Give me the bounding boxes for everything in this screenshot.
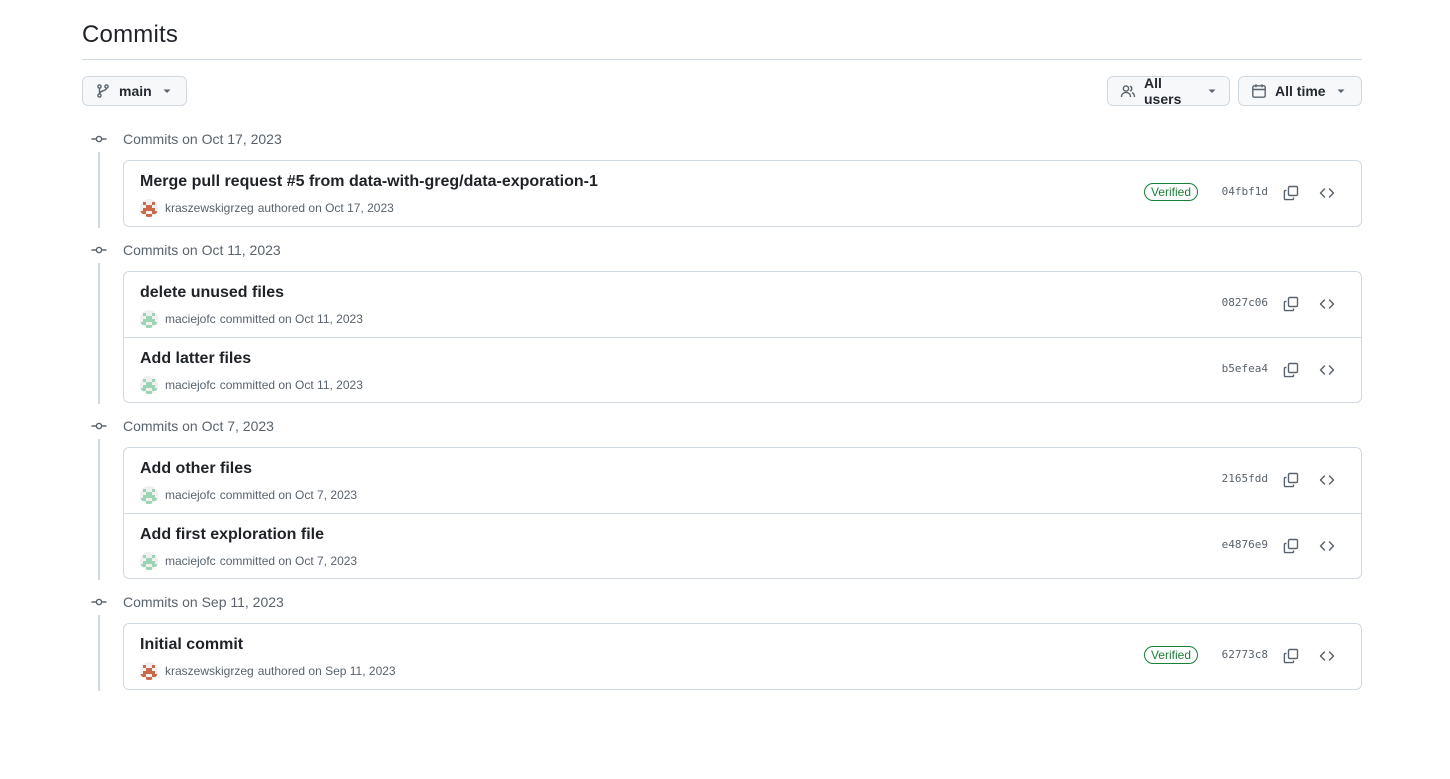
commit-row: Initial commit kraszewskigrzeg authored on… [124, 624, 1361, 689]
avatar[interactable] [140, 552, 158, 570]
commit-author-link[interactable]: maciejofc [165, 554, 216, 568]
people-icon [1120, 83, 1136, 99]
commit-message-link[interactable]: Add other files [140, 460, 252, 478]
commit-message-link[interactable]: Add latter files [140, 350, 251, 368]
copy-icon[interactable] [1280, 535, 1302, 557]
commit-meta: maciejofc committed on Oct 7, 2023 [140, 486, 357, 504]
commit-message-link[interactable]: Initial commit [140, 636, 243, 654]
copy-icon[interactable] [1280, 359, 1302, 381]
copy-icon[interactable] [1280, 469, 1302, 491]
commit-sha-link[interactable]: 2165fdd [1222, 472, 1268, 485]
commit-group-date: Commits on Oct 11, 2023 [123, 242, 281, 258]
commit-meta: maciejofc committed on Oct 11, 2023 [140, 376, 363, 394]
avatar[interactable] [140, 199, 158, 217]
commit-row: delete unused files maciejofc committed on… [124, 272, 1361, 337]
git-branch-icon [95, 83, 111, 99]
caret-down-icon [1207, 86, 1217, 96]
commit-meta: kraszewskigrzeg authored on Oct 17, 2023 [140, 199, 394, 217]
commit-meta: kraszewskigrzeg authored on Sep 11, 2023 [140, 662, 396, 680]
commit-author-link[interactable]: maciejofc [165, 378, 216, 392]
commit-list: Add other files maciejofc committed on Oct… [123, 447, 1362, 579]
calendar-icon [1251, 83, 1267, 99]
code-brackets-icon[interactable] [1316, 469, 1338, 491]
git-commit-icon [82, 242, 116, 258]
code-brackets-icon[interactable] [1316, 182, 1338, 204]
branch-selector-button[interactable]: main [82, 76, 187, 106]
caret-down-icon [162, 86, 172, 96]
code-brackets-icon[interactable] [1316, 535, 1338, 557]
commit-action-date: authored on Oct 17, 2023 [257, 201, 394, 215]
commit-author-link[interactable]: kraszewskigrzeg [165, 664, 254, 678]
commit-sha-link[interactable]: 04fbf1d [1222, 185, 1268, 198]
commit-group-heading: Commits on Oct 11, 2023 [82, 239, 281, 261]
commit-group-heading: Commits on Oct 7, 2023 [82, 415, 274, 437]
page-title: Commits [82, 21, 179, 48]
branch-selector-label: main [119, 83, 152, 99]
time-filter-button[interactable]: All time [1238, 76, 1362, 106]
commit-list: Merge pull request #5 from data-with-gre… [123, 160, 1362, 227]
commit-group-date: Commits on Sep 11, 2023 [123, 594, 284, 610]
commit-action-date: committed on Oct 11, 2023 [219, 312, 363, 326]
commit-row: Merge pull request #5 from data-with-gre… [124, 161, 1361, 226]
users-filter-button[interactable]: All users [1107, 75, 1230, 107]
commit-list: Initial commit kraszewskigrzeg authored on… [123, 623, 1362, 690]
code-brackets-icon[interactable] [1316, 645, 1338, 667]
commit-sha-link[interactable]: e4876e9 [1222, 538, 1268, 551]
timeline-line [98, 615, 100, 691]
time-filter-label: All time [1275, 83, 1326, 99]
git-commit-icon [82, 418, 116, 434]
timeline-line [98, 439, 100, 580]
commit-message-link[interactable]: delete unused files [140, 284, 284, 302]
commit-list: delete unused files maciejofc committed on… [123, 271, 1362, 403]
copy-icon[interactable] [1280, 645, 1302, 667]
avatar[interactable] [140, 662, 158, 680]
git-commit-icon [82, 131, 116, 147]
commit-row: Add first exploration file maciejofc commi… [124, 513, 1361, 578]
commit-author-link[interactable]: maciejofc [165, 312, 216, 326]
commit-message-link[interactable]: Add first exploration file [140, 526, 324, 544]
users-filter-label: All users [1144, 75, 1182, 107]
commit-sha-link[interactable]: b5efea4 [1222, 362, 1268, 375]
commit-group-heading: Commits on Oct 17, 2023 [82, 128, 282, 150]
title-divider [82, 59, 1362, 60]
commit-group-date: Commits on Oct 7, 2023 [123, 418, 274, 434]
caret-down-icon [1336, 86, 1346, 96]
commit-action-date: authored on Sep 11, 2023 [257, 664, 396, 678]
commit-row: Add other files maciejofc committed on Oct… [124, 448, 1361, 513]
commit-action-date: committed on Oct 11, 2023 [219, 378, 363, 392]
verified-badge[interactable]: Verified [1143, 646, 1198, 664]
commit-action-date: committed on Oct 7, 2023 [219, 554, 358, 568]
code-brackets-icon[interactable] [1316, 293, 1338, 315]
copy-icon[interactable] [1280, 293, 1302, 315]
commit-group-heading: Commits on Sep 11, 2023 [82, 591, 284, 613]
commit-action-date: committed on Oct 7, 2023 [219, 488, 358, 502]
copy-icon[interactable] [1280, 182, 1302, 204]
commit-sha-link[interactable]: 62773c8 [1222, 648, 1268, 661]
commit-message-link[interactable]: Merge pull request #5 from data-with-gre… [140, 173, 598, 191]
commit-sha-link[interactable]: 0827c06 [1222, 296, 1268, 309]
avatar[interactable] [140, 376, 158, 394]
code-brackets-icon[interactable] [1316, 359, 1338, 381]
commit-row: Add latter files maciejofc committed on Oc… [124, 337, 1361, 402]
avatar[interactable] [140, 310, 158, 328]
commit-group-date: Commits on Oct 17, 2023 [123, 131, 282, 147]
git-commit-icon [82, 594, 116, 610]
commit-author-link[interactable]: kraszewskigrzeg [165, 201, 254, 215]
timeline-line [98, 152, 100, 228]
avatar[interactable] [140, 486, 158, 504]
commit-meta: maciejofc committed on Oct 7, 2023 [140, 552, 357, 570]
commit-meta: maciejofc committed on Oct 11, 2023 [140, 310, 363, 328]
verified-badge[interactable]: Verified [1143, 183, 1198, 201]
timeline-line [98, 263, 100, 404]
commit-author-link[interactable]: maciejofc [165, 488, 216, 502]
